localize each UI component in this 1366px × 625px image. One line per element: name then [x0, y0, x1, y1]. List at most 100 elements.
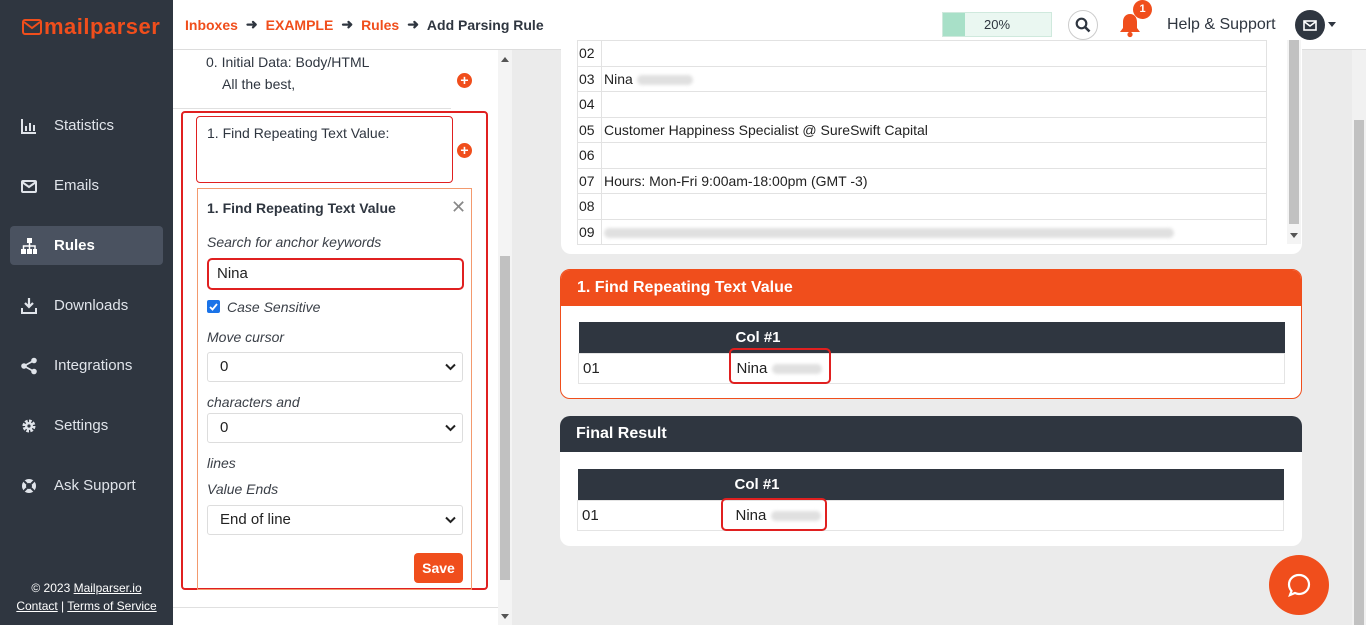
- sidebar-item-emails[interactable]: Emails: [10, 166, 163, 205]
- line-number: 06: [577, 142, 602, 169]
- table-row: 04: [577, 91, 1267, 118]
- sidebar-item-rules[interactable]: Rules: [10, 226, 163, 265]
- sidebar-item-label: Integrations: [54, 357, 133, 374]
- highlight-box: [721, 498, 827, 531]
- line-number: 09: [577, 218, 602, 245]
- sidebar-item-settings[interactable]: Settings: [10, 406, 163, 445]
- move-cursor-select[interactable]: 0: [207, 352, 463, 382]
- sidebar-item-integrations[interactable]: Integrations: [10, 346, 163, 385]
- scrollbar-thumb[interactable]: [500, 256, 510, 580]
- sitemap-icon: [21, 237, 37, 254]
- sidebar-item-label: Settings: [54, 417, 109, 434]
- line-text: Nina: [601, 65, 1267, 92]
- line-text: Customer Happiness Specialist @ SureSwif…: [601, 116, 1267, 143]
- account-avatar[interactable]: [1295, 10, 1325, 40]
- sidebar: mailparser Statistics Emails Rules Downl…: [0, 0, 173, 625]
- mailparser-link[interactable]: Mailparser.io: [74, 581, 142, 595]
- value-ends-label: Value Ends: [207, 481, 279, 497]
- save-button[interactable]: Save: [414, 553, 463, 583]
- line-text: [601, 91, 1267, 118]
- caret-down-icon[interactable]: [1328, 22, 1336, 27]
- column-header: Col #1: [734, 469, 1284, 500]
- brand-name: mailparser: [44, 14, 161, 39]
- download-icon: [21, 297, 37, 314]
- bar-chart-icon: [21, 118, 36, 134]
- step-0-title[interactable]: 0. Initial Data: Body/HTML: [206, 54, 369, 70]
- lines-label: lines: [207, 455, 236, 471]
- final-result-title: Final Result: [560, 416, 1302, 452]
- line-text: [601, 142, 1267, 169]
- help-support-link[interactable]: Help & Support: [1167, 16, 1276, 34]
- highlight-box: [729, 348, 831, 384]
- sidebar-item-ask-support[interactable]: Ask Support: [10, 466, 163, 505]
- line-number: 05: [577, 116, 602, 143]
- sidebar-item-label: Emails: [54, 177, 100, 194]
- contact-link[interactable]: Contact: [16, 599, 57, 613]
- table-header-row: Col #1: [578, 322, 1285, 353]
- scrollbar[interactable]: [498, 50, 512, 625]
- arrow-right-icon: ➜: [245, 16, 258, 32]
- line-text: Hours: Mon-Fri 9:00am-18:00pm (GMT -3): [601, 167, 1267, 194]
- sidebar-item-downloads[interactable]: Downloads: [10, 286, 163, 325]
- scroll-up-icon[interactable]: [501, 57, 509, 62]
- scroll-down-icon[interactable]: [501, 614, 509, 619]
- line-text: [601, 218, 1267, 245]
- final-result-card: Final Result Col #1 01 Nina: [560, 416, 1302, 546]
- line-text: [601, 40, 1267, 67]
- chat-support-button[interactable]: [1269, 555, 1329, 615]
- step-result-table: Col #1 01 Nina: [578, 322, 1285, 384]
- select-value: End of line: [220, 511, 291, 528]
- checkmark-icon: [209, 302, 218, 311]
- rule-editor: 1. Find Repeating Text Value ✕ Search fo…: [197, 188, 472, 590]
- table-row: 09: [577, 218, 1267, 245]
- line-number: 04: [577, 91, 602, 118]
- row-number: 01: [578, 352, 736, 384]
- breadcrumb-example[interactable]: EXAMPLE: [266, 17, 334, 33]
- value-ends-select[interactable]: End of line: [207, 505, 463, 535]
- add-step-icon[interactable]: +: [457, 73, 472, 88]
- scrollbar[interactable]: [1287, 40, 1301, 244]
- setup-progress-bar[interactable]: 20%: [942, 12, 1052, 37]
- step-result-title: 1. Find Repeating Text Value: [561, 270, 1301, 306]
- breadcrumb-current: Add Parsing Rule: [426, 16, 544, 33]
- scrollbar-thumb[interactable]: [1289, 40, 1299, 224]
- table-row: 07 Hours: Mon-Fri 9:00am-18:00pm (GMT -3): [577, 167, 1267, 194]
- lifebuoy-icon: [22, 478, 36, 493]
- table-row: 01 Nina: [578, 352, 1285, 384]
- redacted-text: [604, 228, 1174, 239]
- breadcrumb: Inboxes ➜ EXAMPLE ➜ Rules ➜ Add Parsing …: [185, 16, 544, 33]
- scroll-down-icon[interactable]: [1290, 233, 1298, 238]
- envelope-icon: [1303, 19, 1317, 31]
- divider: [173, 108, 451, 109]
- gear-icon: [22, 419, 36, 432]
- close-icon[interactable]: ✕: [451, 197, 466, 218]
- line-text: [601, 193, 1267, 220]
- search-button[interactable]: [1068, 10, 1098, 40]
- table-header-row: Col #1: [577, 469, 1284, 500]
- sidebar-item-statistics[interactable]: Statistics: [10, 106, 163, 145]
- scrollbar-thumb[interactable]: [1354, 120, 1364, 625]
- breadcrumb-rules[interactable]: Rules: [361, 17, 399, 33]
- email-lines-table: 02 03 Nina 04 05 Customer Happiness Specia…: [577, 40, 1267, 245]
- step-result-card: 1. Find Repeating Text Value Col #1 01 Ni…: [560, 269, 1302, 399]
- page-scrollbar[interactable]: [1352, 50, 1366, 625]
- line-number: 02: [577, 40, 602, 67]
- chevron-down-icon: [445, 424, 456, 432]
- case-sensitive-checkbox[interactable]: [207, 300, 220, 313]
- step-0-preview: All the best,: [222, 76, 296, 92]
- characters-select[interactable]: 0: [207, 413, 463, 443]
- chevron-down-icon: [445, 516, 456, 524]
- mailparser-logo[interactable]: mailparser: [22, 14, 160, 40]
- progress-label: 20%: [983, 17, 1011, 32]
- row-number: 01: [577, 499, 735, 531]
- breadcrumb-inboxes[interactable]: Inboxes: [185, 17, 238, 33]
- line-number: 03: [577, 65, 602, 92]
- chevron-down-icon: [445, 363, 456, 371]
- select-value: 0: [220, 419, 229, 436]
- case-sensitive-label[interactable]: Case Sensitive: [227, 299, 320, 315]
- select-value: 0: [220, 358, 229, 375]
- anchor-keyword-input[interactable]: Nina: [207, 258, 464, 290]
- preview-area: 02 03 Nina 04 05 Customer Happiness Specia…: [512, 40, 1352, 625]
- table-row: 02: [577, 40, 1267, 67]
- terms-link[interactable]: Terms of Service: [67, 599, 156, 613]
